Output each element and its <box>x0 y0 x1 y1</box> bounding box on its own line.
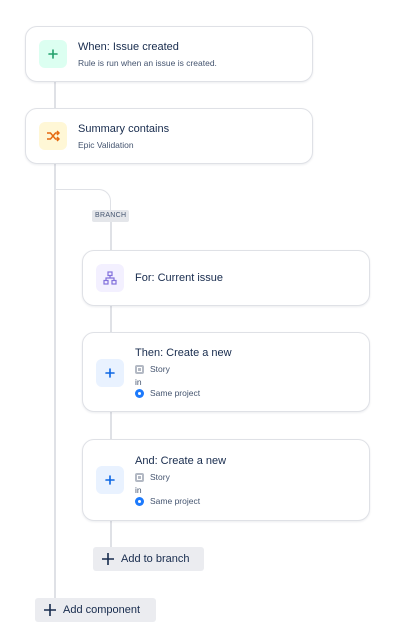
plus-icon <box>44 604 56 616</box>
action-title: And: Create a new <box>135 455 227 467</box>
shuffle-icon <box>39 122 67 150</box>
project-label: Same project <box>150 388 201 398</box>
issue-type-row: Story <box>135 472 170 482</box>
in-label: in <box>135 377 142 387</box>
in-label: in <box>135 485 142 495</box>
plus-icon <box>96 466 124 494</box>
add-to-branch-button[interactable]: Add to branch <box>93 547 204 571</box>
add-component-button[interactable]: Add component <box>35 598 156 622</box>
action-title: Then: Create a new <box>135 347 232 359</box>
project-row: Same project <box>135 388 200 398</box>
trigger-card[interactable]: When: Issue created Rule is run when an … <box>25 26 313 82</box>
trigger-subtitle: Rule is run when an issue is created. <box>78 58 217 68</box>
plus-icon <box>102 553 114 565</box>
condition-title: Summary contains <box>78 123 170 135</box>
add-to-branch-label: Add to branch <box>121 553 190 565</box>
project-icon <box>135 496 144 506</box>
branch-for-card[interactable]: For: Current issue <box>82 250 370 306</box>
plus-icon <box>96 359 124 387</box>
action-card-and[interactable]: And: Create a new Story in Same project <box>82 439 370 521</box>
branch-badge: BRANCH <box>92 210 130 222</box>
issue-type-label: Story <box>150 472 170 482</box>
plus-icon <box>39 40 67 68</box>
action-card-then[interactable]: Then: Create a new Story in Same project <box>82 332 370 412</box>
story-icon <box>135 364 144 374</box>
condition-card[interactable]: Summary contains Epic Validation <box>25 108 313 164</box>
hierarchy-icon <box>96 264 124 292</box>
issue-type-label: Story <box>150 364 170 374</box>
story-icon <box>135 472 144 482</box>
project-icon <box>135 388 144 398</box>
issue-type-row: Story <box>135 364 170 374</box>
trigger-title: When: Issue created <box>78 41 179 53</box>
add-component-label: Add component <box>63 604 141 616</box>
project-label: Same project <box>150 496 201 506</box>
branch-for-title: For: Current issue <box>135 272 224 284</box>
condition-subtitle: Epic Validation <box>78 140 134 150</box>
project-row: Same project <box>135 496 200 506</box>
